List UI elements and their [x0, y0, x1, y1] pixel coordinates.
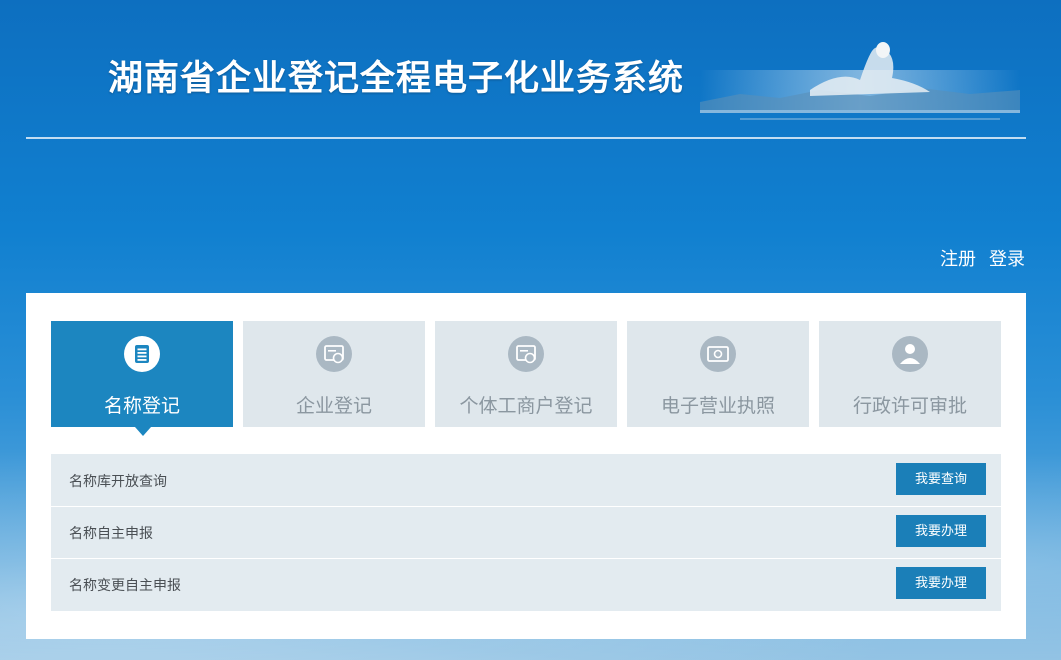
tab-electronic-business-license[interactable]: 电子营业执照 [627, 321, 809, 427]
tab-administrative-approval[interactable]: 行政许可审批 [819, 321, 1001, 427]
header-landscape-illustration [700, 42, 1020, 120]
tab-label: 企业登记 [295, 396, 372, 417]
register-link[interactable]: 注册 [940, 249, 976, 269]
tab-label: 电子营业执照 [660, 396, 775, 417]
query-button[interactable]: 我要查询 [896, 463, 986, 495]
tab-name-registration[interactable]: 名称登记 [51, 321, 233, 436]
tab-label: 行政许可审批 [852, 396, 967, 417]
tab-enterprise-registration[interactable]: 企业登记 [243, 321, 425, 427]
main-panel: 名称登记 企业登记 个体工商户登记 电子营业执照 行政许可审批 名称库开放查询 … [26, 293, 1026, 639]
header-divider [26, 137, 1026, 139]
active-tab-pointer [135, 427, 151, 436]
person-icon [892, 336, 928, 372]
handle-button[interactable]: 我要办理 [896, 515, 986, 547]
category-tabs: 名称登记 企业登记 个体工商户登记 电子营业执照 行政许可审批 [51, 321, 1001, 436]
document-list-icon [124, 336, 160, 372]
certificate-icon [508, 336, 544, 372]
handle-button[interactable]: 我要办理 [896, 567, 986, 599]
service-label: 名称库开放查询 [69, 473, 167, 489]
tab-label: 名称登记 [103, 396, 180, 417]
list-item: 名称变更自主申报 我要办理 [51, 558, 1001, 610]
list-item: 名称自主申报 我要办理 [51, 506, 1001, 559]
system-title: 湖南省企业登记全程电子化业务系统 [108, 59, 685, 98]
service-list: 名称库开放查询 我要查询 名称自主申报 我要办理 名称变更自主申报 我要办理 [51, 454, 1001, 611]
license-icon [700, 336, 736, 372]
list-item: 名称库开放查询 我要查询 [51, 454, 1001, 507]
auth-links: 注册 登录 [932, 245, 1025, 271]
service-label: 名称自主申报 [69, 525, 153, 541]
login-link[interactable]: 登录 [989, 249, 1025, 269]
certificate-icon [316, 336, 352, 372]
tab-label: 个体工商户登记 [459, 396, 593, 417]
tab-individual-business-registration[interactable]: 个体工商户登记 [435, 321, 617, 427]
service-label: 名称变更自主申报 [69, 577, 181, 593]
